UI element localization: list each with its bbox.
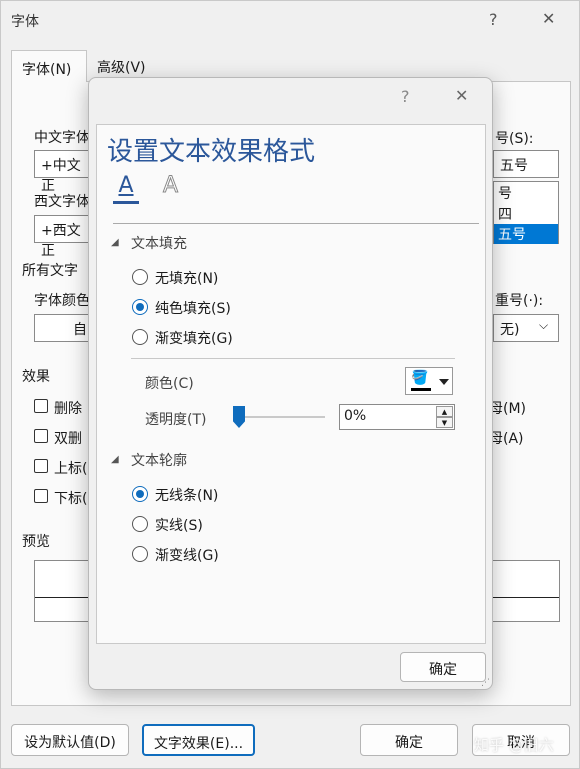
- radio-no-fill[interactable]: [132, 269, 148, 285]
- checkbox[interactable]: [34, 489, 48, 503]
- collapse-triangle-icon[interactable]: ◢: [111, 454, 119, 465]
- format-pane: 设置文本效果格式 A A ◢ 文本填充 无填充(N) 纯色填充(S) 渐变填充(…: [96, 124, 486, 644]
- radio-solid-fill[interactable]: [132, 299, 148, 315]
- tab-font[interactable]: 字体(N): [11, 50, 87, 82]
- divider: [131, 358, 455, 359]
- section-outline-title[interactable]: 文本轮廓: [131, 450, 187, 470]
- text-effects-dialog: ? ✕ 设置文本效果格式 A A ◢ 文本填充 无填充(N) 纯色填充(S) 渐…: [88, 77, 493, 690]
- western-font-field[interactable]: +西文正: [34, 215, 94, 259]
- emphasis-label: 重号(·):: [495, 293, 544, 309]
- list-item[interactable]: 号: [494, 182, 558, 204]
- western-font-label: 西文字体: [34, 194, 90, 210]
- color-swatch: [411, 388, 431, 391]
- radio-gradient-line[interactable]: [132, 546, 148, 562]
- size-label: 号(S):: [495, 131, 534, 147]
- size-field[interactable]: 五号: [493, 150, 559, 178]
- text-fill-icon[interactable]: A: [113, 175, 139, 204]
- fill-option-label: 渐变填充(G): [155, 331, 233, 347]
- checkbox[interactable]: [34, 459, 48, 473]
- list-item[interactable]: 四: [494, 204, 558, 224]
- transparency-spinner[interactable]: 0% ▲ ▼: [339, 404, 455, 430]
- watermark: 知乎 @旧六: [474, 736, 554, 754]
- effect-label: 删除: [54, 401, 82, 417]
- radio-solid-line[interactable]: [132, 516, 148, 532]
- transparency-value[interactable]: 0%: [344, 408, 366, 424]
- all-text-label: 所有文字: [22, 263, 78, 279]
- effect-label: 上标(: [54, 461, 88, 477]
- outline-option-label: 无线条(N): [155, 488, 219, 504]
- set-default-button[interactable]: 设为默认值(D): [11, 724, 129, 756]
- effect-label: 下标(: [54, 491, 88, 507]
- fill-option-label: 纯色填充(S): [155, 301, 231, 317]
- color-label: 颜色(C): [145, 376, 194, 392]
- color-picker-button[interactable]: 🪣: [405, 367, 453, 395]
- chevron-down-icon: [439, 379, 449, 385]
- outline-option-label: 渐变线(G): [155, 548, 219, 564]
- transparency-label: 透明度(T): [145, 412, 207, 428]
- spin-up-button[interactable]: ▲: [436, 406, 453, 417]
- modal-ok-button[interactable]: 确定: [400, 652, 486, 682]
- checkbox[interactable]: [34, 399, 48, 413]
- emphasis-field[interactable]: 无): [493, 314, 559, 342]
- radio-gradient-fill[interactable]: [132, 329, 148, 345]
- effect-label: 母(M): [489, 401, 527, 417]
- chinese-font-label: 中文字体: [34, 130, 90, 146]
- text-outline-icon[interactable]: A: [162, 174, 178, 197]
- text-effects-button[interactable]: 文字效果(E)...: [142, 724, 255, 756]
- radio-no-line[interactable]: [132, 486, 148, 502]
- effect-label: 双删: [54, 431, 82, 447]
- close-button[interactable]: ✕: [542, 9, 555, 28]
- effect-label: 母(A): [489, 431, 524, 447]
- chevron-down-icon[interactable]: ⌵: [539, 318, 548, 333]
- section-fill-title[interactable]: 文本填充: [131, 233, 187, 253]
- spin-down-button[interactable]: ▼: [436, 417, 453, 428]
- list-item-selected[interactable]: 五号: [494, 224, 558, 244]
- chinese-font-field[interactable]: +中文正: [34, 150, 94, 194]
- transparency-slider-thumb[interactable]: [233, 406, 245, 428]
- dialog-title: 字体: [11, 14, 39, 30]
- resize-grip-icon[interactable]: ⋰: [481, 678, 490, 688]
- outline-option-label: 实线(S): [155, 518, 203, 534]
- help-button[interactable]: ?: [401, 87, 410, 106]
- collapse-triangle-icon[interactable]: ◢: [111, 237, 119, 248]
- size-list[interactable]: 号 四 五号: [493, 181, 559, 244]
- help-button[interactable]: ?: [489, 10, 498, 29]
- fill-option-label: 无填充(N): [155, 271, 219, 287]
- transparency-slider-track[interactable]: [233, 406, 325, 428]
- font-color-field[interactable]: 自: [34, 314, 94, 342]
- divider: [113, 223, 479, 224]
- effects-label: 效果: [22, 369, 50, 385]
- paint-bucket-icon: 🪣: [411, 370, 429, 386]
- ok-button[interactable]: 确定: [360, 724, 458, 756]
- font-color-label: 字体颜色: [34, 293, 90, 309]
- close-button[interactable]: ✕: [455, 86, 468, 105]
- preview-label: 预览: [22, 534, 50, 550]
- checkbox[interactable]: [34, 429, 48, 443]
- pane-title: 设置文本效果格式: [107, 137, 316, 167]
